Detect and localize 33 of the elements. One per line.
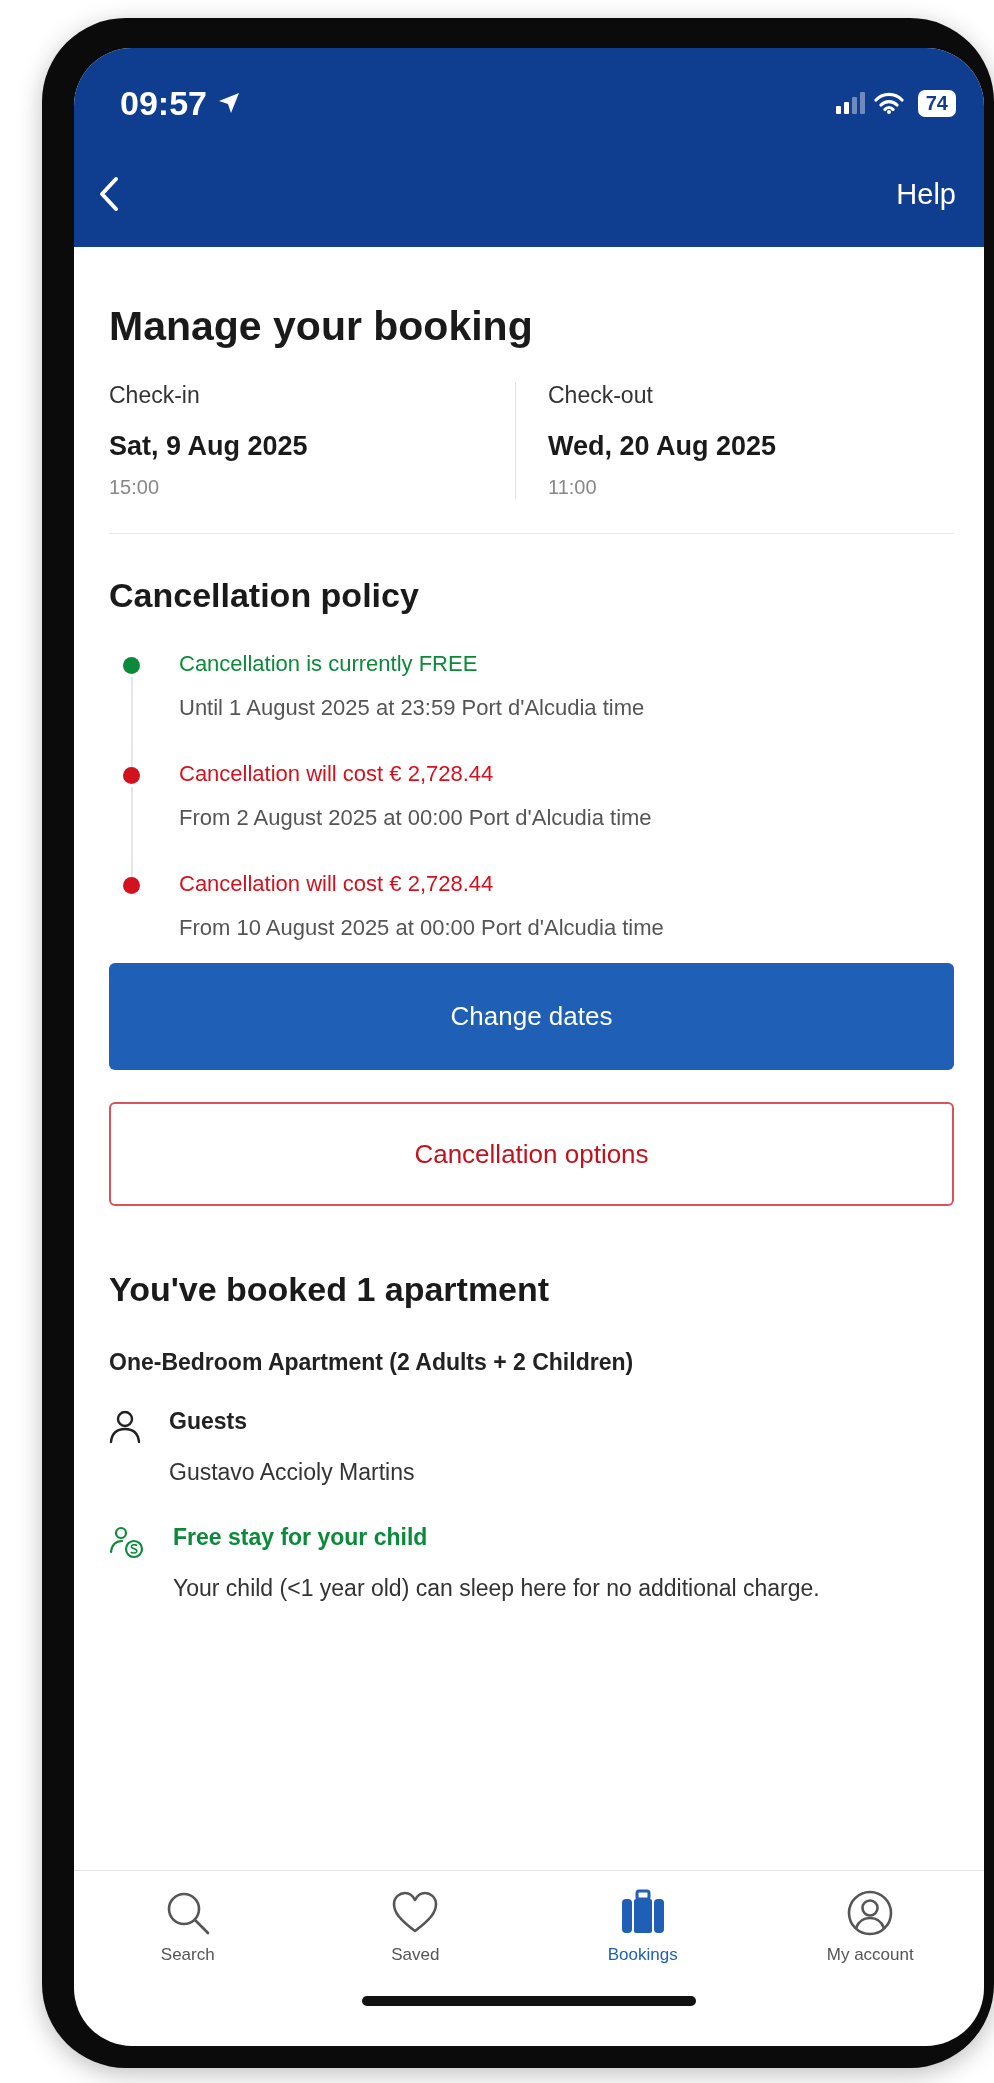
policy-detail: From 2 August 2025 at 00:00 Port d'Alcudia time bbox=[179, 805, 652, 831]
check-in-label: Check-in bbox=[109, 382, 200, 409]
help-link[interactable]: Help bbox=[896, 177, 956, 211]
person-icon bbox=[109, 1410, 141, 1444]
cancellation-options-button[interactable]: Cancellation options bbox=[109, 1102, 954, 1206]
perk-title: Free stay for your child bbox=[173, 1524, 428, 1552]
policy-title: Cancellation will cost € 2,728.44 bbox=[179, 871, 494, 897]
status-time: 09:57 bbox=[120, 83, 207, 123]
tab-account[interactable]: My account bbox=[756, 1887, 984, 1996]
check-out-label: Check-out bbox=[548, 382, 653, 409]
check-in-time: 15:00 bbox=[109, 476, 160, 499]
battery-indicator: 74 bbox=[917, 89, 956, 117]
check-out-date: Wed, 20 Aug 2025 bbox=[548, 431, 777, 462]
check-in-date: Sat, 9 Aug 2025 bbox=[109, 431, 308, 462]
tab-search[interactable]: Search bbox=[74, 1887, 302, 1996]
policy-title: Cancellation will cost € 2,728.44 bbox=[179, 761, 494, 787]
section-heading: You've booked 1 apartment bbox=[109, 1270, 551, 1309]
person-coin-icon bbox=[109, 1526, 145, 1561]
page-title: Manage your booking bbox=[109, 303, 534, 350]
perk-description: Your child (<1 year old) can sleep here for no additional charge. bbox=[173, 1574, 820, 1604]
change-dates-button[interactable]: Change dates bbox=[109, 963, 954, 1070]
tab-bookings[interactable]: Bookings bbox=[529, 1887, 757, 1996]
signal-icon bbox=[835, 92, 866, 114]
tab-saved[interactable]: Saved bbox=[301, 1887, 529, 1996]
section-heading: Cancellation policy bbox=[109, 576, 420, 615]
guest-name: Gustavo Accioly Martins bbox=[169, 1458, 415, 1487]
policy-detail: Until 1 August 2025 at 23:59 Port d'Alcudia time bbox=[179, 695, 645, 721]
wifi-icon bbox=[873, 92, 904, 114]
check-out-time: 11:00 bbox=[548, 476, 597, 499]
policy-title: Cancellation is currently FREE bbox=[179, 651, 478, 677]
guests-label: Guests bbox=[169, 1408, 247, 1435]
room-name: One-Bedroom Apartment (2 Adults + 2 Children) bbox=[109, 1349, 635, 1376]
policy-detail: From 10 August 2025 at 00:00 Port d'Alcudia time bbox=[179, 915, 664, 941]
